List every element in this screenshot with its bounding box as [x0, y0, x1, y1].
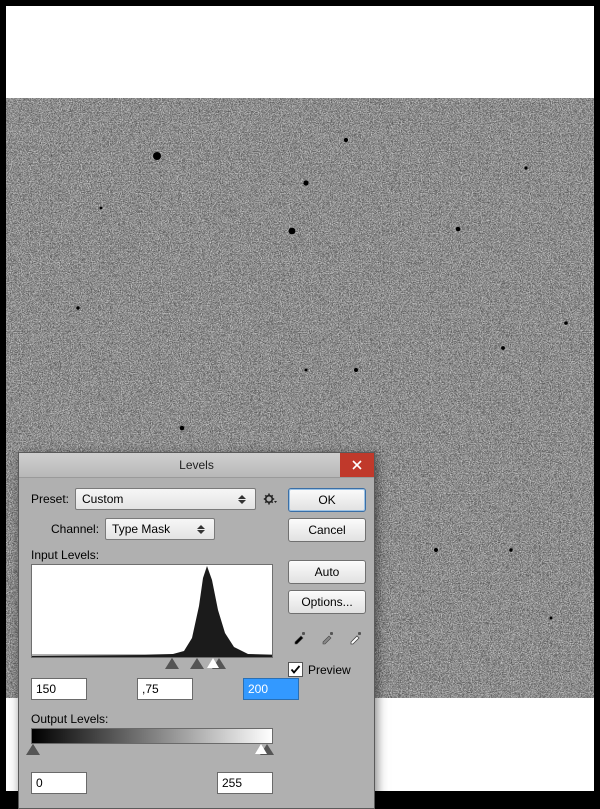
- output-black-slider[interactable]: [27, 744, 39, 754]
- output-gradient: [31, 728, 273, 744]
- close-button[interactable]: [340, 453, 374, 477]
- channel-select[interactable]: Type Mask: [105, 518, 215, 540]
- select-arrows-icon: [235, 491, 249, 507]
- eyedropper-icon: [292, 629, 308, 645]
- eyedropper-icon: [320, 629, 336, 645]
- preset-label: Preset:: [31, 492, 69, 506]
- options-button[interactable]: Options...: [288, 590, 366, 614]
- gear-icon: [263, 492, 277, 506]
- dialog-title: Levels: [19, 458, 374, 472]
- preset-select[interactable]: Custom: [75, 488, 256, 510]
- input-gamma-field[interactable]: [137, 678, 193, 700]
- select-arrows-icon: [194, 521, 208, 537]
- input-black-slider[interactable]: [166, 658, 178, 668]
- ok-button[interactable]: OK: [288, 488, 366, 512]
- eyedropper-icon: [348, 629, 364, 645]
- input-slider-track[interactable]: [31, 658, 273, 672]
- output-white-field[interactable]: [217, 772, 273, 794]
- preview-checkbox[interactable]: [288, 662, 303, 677]
- output-black-field[interactable]: [31, 772, 87, 794]
- output-slider-track[interactable]: [31, 744, 273, 758]
- input-levels-label: Input Levels:: [31, 548, 278, 562]
- check-icon: [290, 664, 301, 675]
- output-levels-label: Output Levels:: [31, 712, 278, 726]
- preset-menu-button[interactable]: [262, 491, 278, 507]
- close-icon: [352, 460, 362, 470]
- gray-point-eyedropper[interactable]: [318, 626, 338, 648]
- levels-dialog: Levels Preset: Custom: [18, 452, 375, 809]
- preset-value: Custom: [82, 492, 235, 506]
- channel-label: Channel:: [51, 522, 99, 536]
- dialog-titlebar[interactable]: Levels: [19, 453, 374, 478]
- input-gamma-slider[interactable]: [191, 658, 203, 668]
- black-point-eyedropper[interactable]: [290, 626, 310, 648]
- auto-button[interactable]: Auto: [288, 560, 366, 584]
- cancel-button[interactable]: Cancel: [288, 518, 366, 542]
- histogram: [31, 564, 273, 658]
- preview-label: Preview: [308, 663, 351, 677]
- channel-value: Type Mask: [112, 522, 194, 536]
- input-black-field[interactable]: [31, 678, 87, 700]
- white-point-eyedropper[interactable]: [346, 626, 366, 648]
